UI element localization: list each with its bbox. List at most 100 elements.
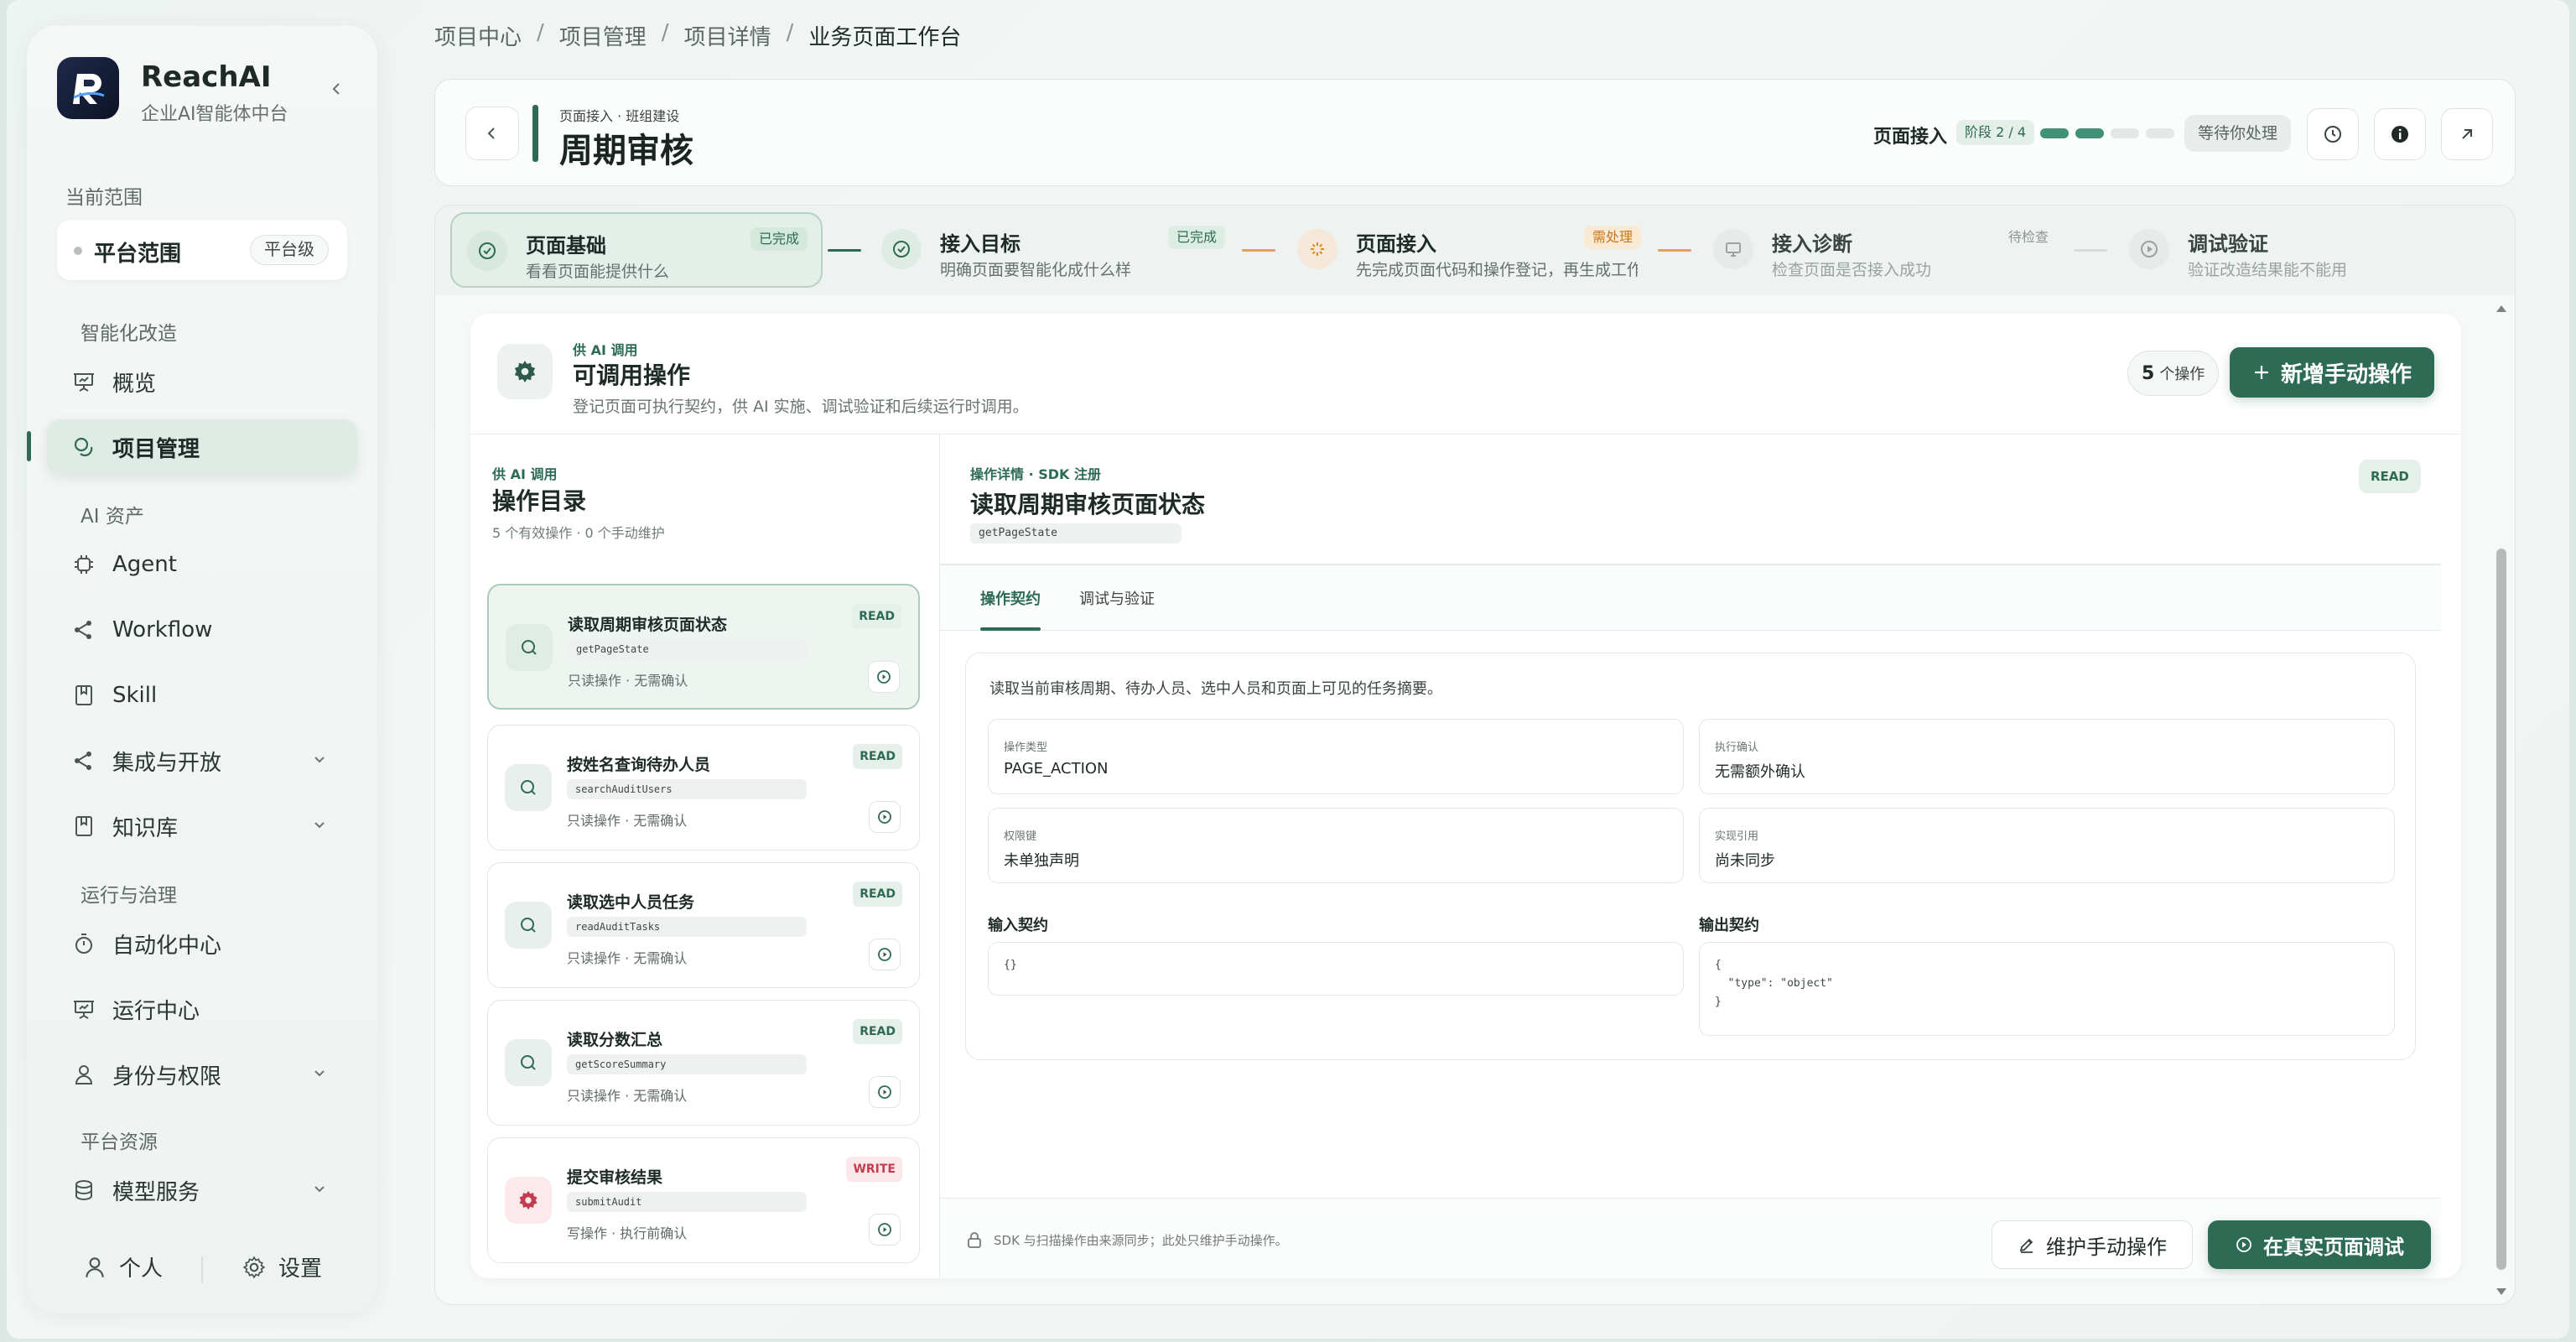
step-debug-verify[interactable]: 调试验证 验证改造结果能不能用 [2114, 212, 2486, 288]
field-value: PAGE_ACTION [1004, 760, 1109, 778]
run-operation-button[interactable] [868, 661, 900, 693]
step-diagnosis[interactable]: 接入诊断 检查页面是否接入成功 待检查 [1698, 212, 2070, 288]
scroll-down-arrow[interactable] [2496, 1288, 2506, 1295]
operation-card[interactable]: 提交审核结果 submitAudit 写操作 · 执行前确认 WRITE [487, 1137, 920, 1263]
operation-count: 5 [2142, 362, 2155, 384]
sidebar-item-label: 知识库 [112, 815, 179, 841]
run-operation-button[interactable] [869, 939, 901, 970]
add-manual-operation-button[interactable]: 新增手动操作 [2230, 347, 2434, 398]
scope-dot [74, 247, 82, 255]
step-access-goal[interactable]: 接入目标 明确页面要智能化成什么样 已完成 [866, 212, 1239, 288]
back-button[interactable] [465, 107, 519, 160]
progress-pill [2111, 128, 2139, 138]
operation-card[interactable]: 读取周期审核页面状态 getPageState 只读操作 · 无需确认 READ [487, 584, 920, 710]
database-icon [67, 1173, 101, 1207]
sidebar-item-integration[interactable]: 集成与开放 [47, 733, 357, 788]
tab-operation-contract[interactable]: 操作契约 [980, 587, 1041, 609]
input-contract-code: {} [988, 942, 1684, 996]
field-operation-type: 操作类型 PAGE_ACTION [988, 719, 1684, 794]
personal-button[interactable]: 个人 [82, 1251, 163, 1282]
monitor-icon [1713, 229, 1753, 269]
operation-meta: 只读操作 · 无需确认 [567, 813, 688, 829]
collapse-sidebar-button[interactable] [320, 72, 354, 106]
loading-icon [1297, 229, 1337, 269]
sidebar: ReachAI 企业AI智能体中台 当前范围 平台范围 平台级 智能化改造 概览… [27, 25, 377, 1313]
operation-card[interactable]: 读取选中人员任务 readAuditTasks 只读操作 · 无需确认 READ [487, 862, 920, 988]
user-icon [86, 1256, 104, 1277]
sidebar-item-runtime[interactable]: 运行中心 [47, 981, 357, 1037]
breadcrumb-project-detail[interactable]: 项目详情 [684, 20, 771, 51]
breadcrumb-project-management[interactable]: 项目管理 [559, 20, 647, 51]
tab-debug-verify[interactable]: 调试与验证 [1079, 587, 1155, 609]
sidebar-item-project-management[interactable]: 项目管理 [47, 419, 357, 475]
sidebar-item-label: Skill [112, 683, 158, 708]
operation-name: 按姓名查询待办人员 [567, 756, 711, 774]
sidebar-item-knowledge-base[interactable]: 知识库 [47, 798, 357, 854]
settings-label: 设置 [278, 1256, 323, 1282]
sidebar-item-agent[interactable]: Agent [47, 537, 357, 592]
play-circle-icon [878, 1223, 891, 1236]
contract-description: 读取当前审核周期、待办人员、选中人员和页面上可见的任务摘要。 [989, 680, 1442, 698]
scope-selector[interactable]: 平台范围 平台级 [57, 220, 347, 280]
contract-box: 读取当前审核周期、待办人员、选中人员和页面上可见的任务摘要。 操作类型 PAGE… [965, 653, 2416, 1060]
scrollbar[interactable] [2495, 305, 2506, 1295]
play-circle-icon [878, 810, 891, 824]
scope-badge: 平台级 [250, 235, 329, 265]
breadcrumb-separator: / [786, 20, 794, 45]
operations-header: 供 AI 调用 可调用操作 登记页面可执行契约，供 AI 实施、调试验证和后续运… [470, 314, 2461, 434]
search-icon [505, 902, 552, 949]
debug-on-real-page-button[interactable]: 在真实页面调试 [2208, 1220, 2431, 1269]
run-operation-button[interactable] [869, 801, 901, 833]
field-implementation-ref: 实现引用 尚未同步 [1699, 808, 2395, 883]
field-execution-confirm: 执行确认 无需额外确认 [1699, 719, 2395, 794]
step-status-badge: 待检查 [2007, 229, 2049, 245]
sidebar-item-automation[interactable]: 自动化中心 [47, 916, 357, 971]
check-icon [881, 229, 922, 269]
step-status-badge: 已完成 [1167, 226, 1225, 249]
progress-pill [2146, 128, 2174, 138]
run-operation-button[interactable] [869, 1214, 901, 1246]
catalog-kicker: 供 AI 调用 [492, 466, 558, 482]
maintain-manual-operation-button[interactable]: 维护手动操作 [1992, 1220, 2193, 1269]
active-tab-underline [980, 627, 1041, 631]
open-external-button[interactable] [2441, 108, 2493, 160]
operation-type-badge: READ [853, 1019, 902, 1044]
breadcrumb-project-center[interactable]: 项目中心 [434, 20, 522, 51]
gear-icon [505, 1177, 552, 1224]
operation-name: 提交审核结果 [567, 1168, 663, 1187]
maintain-label: 维护手动操作 [2046, 1235, 2167, 1259]
operation-name: 读取选中人员任务 [567, 893, 695, 912]
scope-label: 平台范围 [94, 242, 182, 267]
sidebar-item-label: 自动化中心 [112, 933, 222, 959]
sidebar-item-overview[interactable]: 概览 [47, 354, 357, 409]
sidebar-item-label: Workflow [112, 617, 213, 642]
run-operation-button[interactable] [869, 1076, 901, 1108]
sidebar-item-workflow[interactable]: Workflow [47, 602, 357, 658]
sidebar-item-identity[interactable]: 身份与权限 [47, 1047, 357, 1102]
history-button[interactable] [2307, 108, 2359, 160]
sidebar-item-skill[interactable]: Skill [47, 668, 357, 723]
step-page-basics[interactable]: 页面基础 看看页面能提供什么 已完成 [450, 212, 823, 288]
operation-card[interactable]: 按姓名查询待办人员 searchAuditUsers 只读操作 · 无需确认 R… [487, 725, 920, 850]
operation-card[interactable]: 读取分数汇总 getScoreSummary 只读操作 · 无需确认 READ [487, 1000, 920, 1126]
field-label: 权限键 [1004, 830, 1037, 843]
operation-count-badge: 5 个操作 [2127, 351, 2220, 396]
operation-code: searchAuditUsers [567, 779, 807, 799]
field-label: 操作类型 [1004, 741, 1048, 754]
output-contract-code: { "type": "object" } [1699, 942, 2395, 1036]
detail-kicker: 操作详情 · SDK 注册 [970, 466, 1101, 482]
debug-label: 在真实页面调试 [2263, 1235, 2404, 1259]
book-icon [67, 809, 101, 843]
sidebar-item-model-service[interactable]: 模型服务 [47, 1163, 357, 1218]
arrow-up-right-icon [2462, 129, 2472, 139]
scroll-up-arrow[interactable] [2496, 305, 2506, 312]
timer-icon [67, 927, 101, 960]
step-page-access[interactable]: 页面接入 先完成页面代码和操作登记，再生成工作... 需处理 [1282, 212, 1654, 288]
detail-footer: SDK 与扫描操作由来源同步；此处只维护手动操作。 维护手动操作 在真实页面调试 [940, 1198, 2441, 1278]
info-button[interactable] [2374, 108, 2426, 160]
scrollbar-thumb[interactable] [2496, 549, 2506, 1270]
operations-title: 可调用操作 [573, 362, 691, 389]
settings-button[interactable]: 设置 [242, 1251, 322, 1282]
operation-meta: 只读操作 · 无需确认 [567, 950, 688, 966]
clock-icon [2324, 126, 2341, 143]
